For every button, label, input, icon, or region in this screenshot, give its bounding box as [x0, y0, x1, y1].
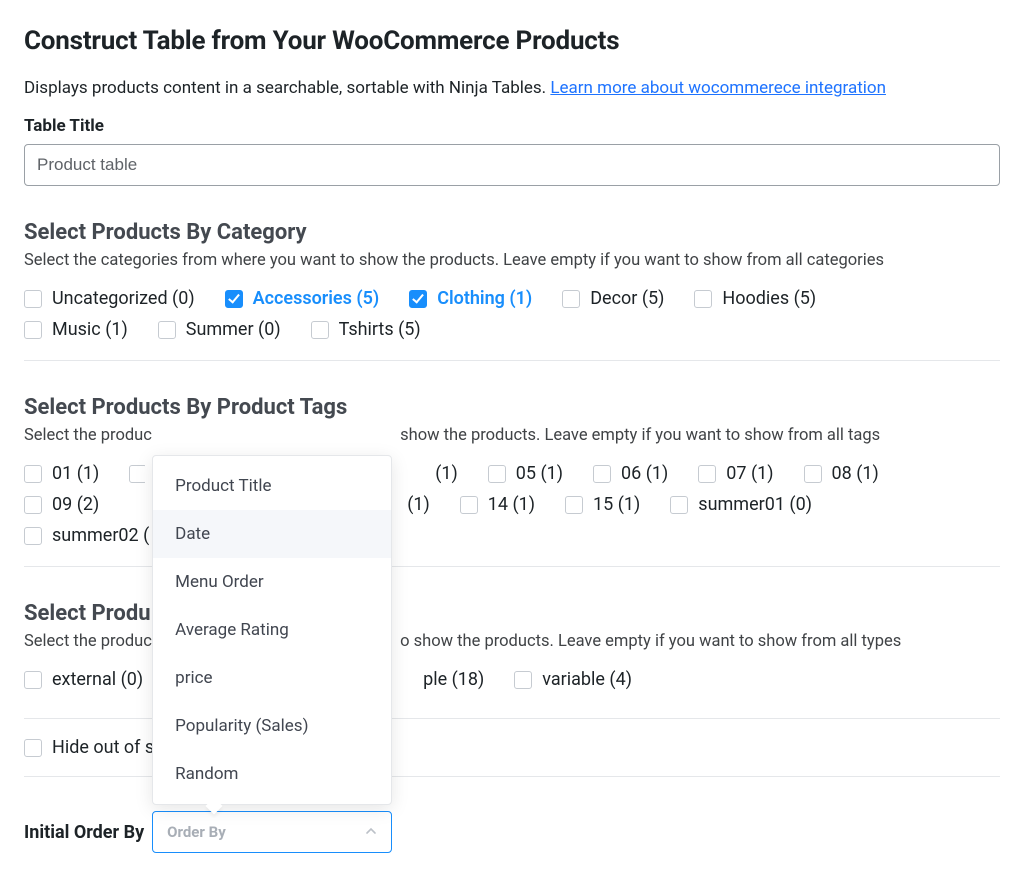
checkbox-icon: [670, 496, 688, 514]
checkbox-icon: [694, 290, 712, 308]
type-checkbox-partial: ple (18): [423, 669, 484, 690]
category-checkbox-decor[interactable]: Decor (5): [562, 288, 664, 309]
checkbox-icon: [409, 290, 427, 308]
order-by-dropdown: Product Title Date Menu Order Average Ra…: [152, 455, 392, 805]
checkbox-label: 07 (1): [726, 463, 773, 484]
order-by-option-average-rating[interactable]: Average Rating: [153, 606, 391, 654]
checkbox-label: external (0): [52, 669, 143, 690]
checkbox-label: 06 (1): [621, 463, 668, 484]
category-checkbox-hoodies[interactable]: Hoodies (5): [694, 288, 816, 309]
checkbox-label: Tshirts (5): [339, 319, 421, 340]
tag-checkbox[interactable]: 06 (1): [593, 463, 668, 484]
hide-out-of-stock-checkbox[interactable]: Hide out of s: [24, 737, 154, 758]
table-title-input[interactable]: [24, 144, 1000, 186]
table-title-label: Table Title: [24, 116, 1000, 136]
checkbox-icon: [24, 671, 42, 689]
type-checkbox-variable[interactable]: variable (4): [514, 669, 632, 690]
order-by-option-popularity[interactable]: Popularity (Sales): [153, 702, 391, 750]
tags-section-title: Select Products By Product Tags: [24, 395, 1000, 420]
checkbox-icon: [24, 496, 42, 514]
tag-checkbox[interactable]: summer02 (: [24, 525, 149, 546]
checkbox-label: Summer (0): [186, 319, 281, 340]
tag-checkbox[interactable]: 09 (2): [24, 494, 99, 515]
category-checkbox-clothing[interactable]: Clothing (1): [409, 288, 532, 309]
checkbox-label: summer01 (0): [698, 494, 812, 515]
checkbox-icon: [593, 465, 611, 483]
category-checkbox-summer[interactable]: Summer (0): [158, 319, 281, 340]
category-checkbox-music[interactable]: Music (1): [24, 319, 128, 340]
types-help-suffix: o show the products. Leave empty if you …: [400, 632, 901, 651]
order-by-toggle[interactable]: Order By: [152, 811, 392, 853]
checkbox-label: Decor (5): [590, 288, 664, 309]
tag-checkbox-partial: (1): [435, 463, 458, 484]
order-by-select[interactable]: Order By Product Title Date Menu Order A…: [152, 811, 392, 853]
types-help-prefix: Select the produc: [24, 632, 152, 651]
checkbox-icon: [24, 290, 42, 308]
category-checkbox-tshirts[interactable]: Tshirts (5): [311, 319, 421, 340]
order-by-option-menu-order[interactable]: Menu Order: [153, 558, 391, 606]
order-by-placeholder: Order By: [167, 823, 226, 841]
tags-help-suffix: show the products. Leave empty if you wa…: [400, 426, 880, 445]
checkbox-icon: [460, 496, 478, 514]
category-section-help: Select the categories from where you wan…: [24, 251, 1000, 270]
checkbox-label: 15 (1): [593, 494, 640, 515]
checkbox-label: Hide out of s: [52, 737, 154, 758]
checkbox-label: Clothing (1): [437, 288, 532, 309]
checkbox-icon: [698, 465, 716, 483]
checkbox-label: Uncategorized (0): [52, 288, 195, 309]
tags-section-help: Select the produc show the products. Lea…: [24, 426, 1000, 445]
order-by-option-product-title[interactable]: Product Title: [153, 462, 391, 510]
tag-checkbox[interactable]: 01 (1): [24, 463, 99, 484]
checkbox-label: Accessories (5): [253, 288, 380, 309]
checkbox-label: 05 (1): [516, 463, 563, 484]
intro-text: Displays products content in a searchabl…: [24, 78, 1000, 98]
category-checkbox-uncategorized[interactable]: Uncategorized (0): [24, 288, 195, 309]
checkbox-label: 09 (2): [52, 494, 99, 515]
page-title: Construct Table from Your WooCommerce Pr…: [24, 26, 1000, 56]
checkbox-icon: [24, 527, 42, 545]
tag-checkbox[interactable]: 05 (1): [488, 463, 563, 484]
checkbox-icon: [562, 290, 580, 308]
checkbox-label: 08 (1): [832, 463, 879, 484]
type-checkbox-external[interactable]: external (0): [24, 669, 143, 690]
tag-checkbox[interactable]: 08 (1): [804, 463, 879, 484]
category-checkbox-group: Uncategorized (0) Accessories (5) Clothi…: [24, 288, 1000, 340]
checkbox-icon: [24, 465, 42, 483]
checkbox-label: Hoodies (5): [722, 288, 816, 309]
chevron-up-icon: [365, 823, 377, 841]
tag-checkbox[interactable]: [129, 465, 145, 483]
checkbox-icon: [158, 321, 176, 339]
divider: [24, 360, 1000, 361]
checkbox-icon: [129, 465, 145, 483]
order-by-option-date[interactable]: Date: [153, 510, 391, 558]
tag-checkbox[interactable]: 15 (1): [565, 494, 640, 515]
checkbox-icon: [311, 321, 329, 339]
order-by-label: Initial Order By: [24, 822, 144, 843]
checkbox-icon: [24, 739, 42, 757]
order-by-option-random[interactable]: Random: [153, 750, 391, 798]
tag-checkbox[interactable]: 07 (1): [698, 463, 773, 484]
checkbox-icon: [225, 290, 243, 308]
learn-more-link[interactable]: Learn more about wocommerece integration: [550, 78, 886, 98]
checkbox-label: variable (4): [542, 669, 632, 690]
checkbox-label: Music (1): [52, 319, 128, 340]
category-checkbox-accessories[interactable]: Accessories (5): [225, 288, 380, 309]
checkbox-icon: [514, 671, 532, 689]
checkbox-label: 14 (1): [488, 494, 535, 515]
checkbox-icon: [24, 321, 42, 339]
checkbox-label: 01 (1): [52, 463, 99, 484]
checkbox-icon: [565, 496, 583, 514]
tag-checkbox[interactable]: 14 (1): [460, 494, 535, 515]
order-by-option-price[interactable]: price: [153, 654, 391, 702]
checkbox-label: summer02 (: [52, 525, 149, 546]
checkbox-icon: [804, 465, 822, 483]
tag-checkbox-partial: (1): [407, 494, 430, 515]
intro-prefix: Displays products content in a searchabl…: [24, 78, 550, 98]
category-section-title: Select Products By Category: [24, 220, 1000, 245]
tags-help-prefix: Select the produc: [24, 426, 152, 445]
tag-checkbox[interactable]: summer01 (0): [670, 494, 812, 515]
checkbox-icon: [488, 465, 506, 483]
